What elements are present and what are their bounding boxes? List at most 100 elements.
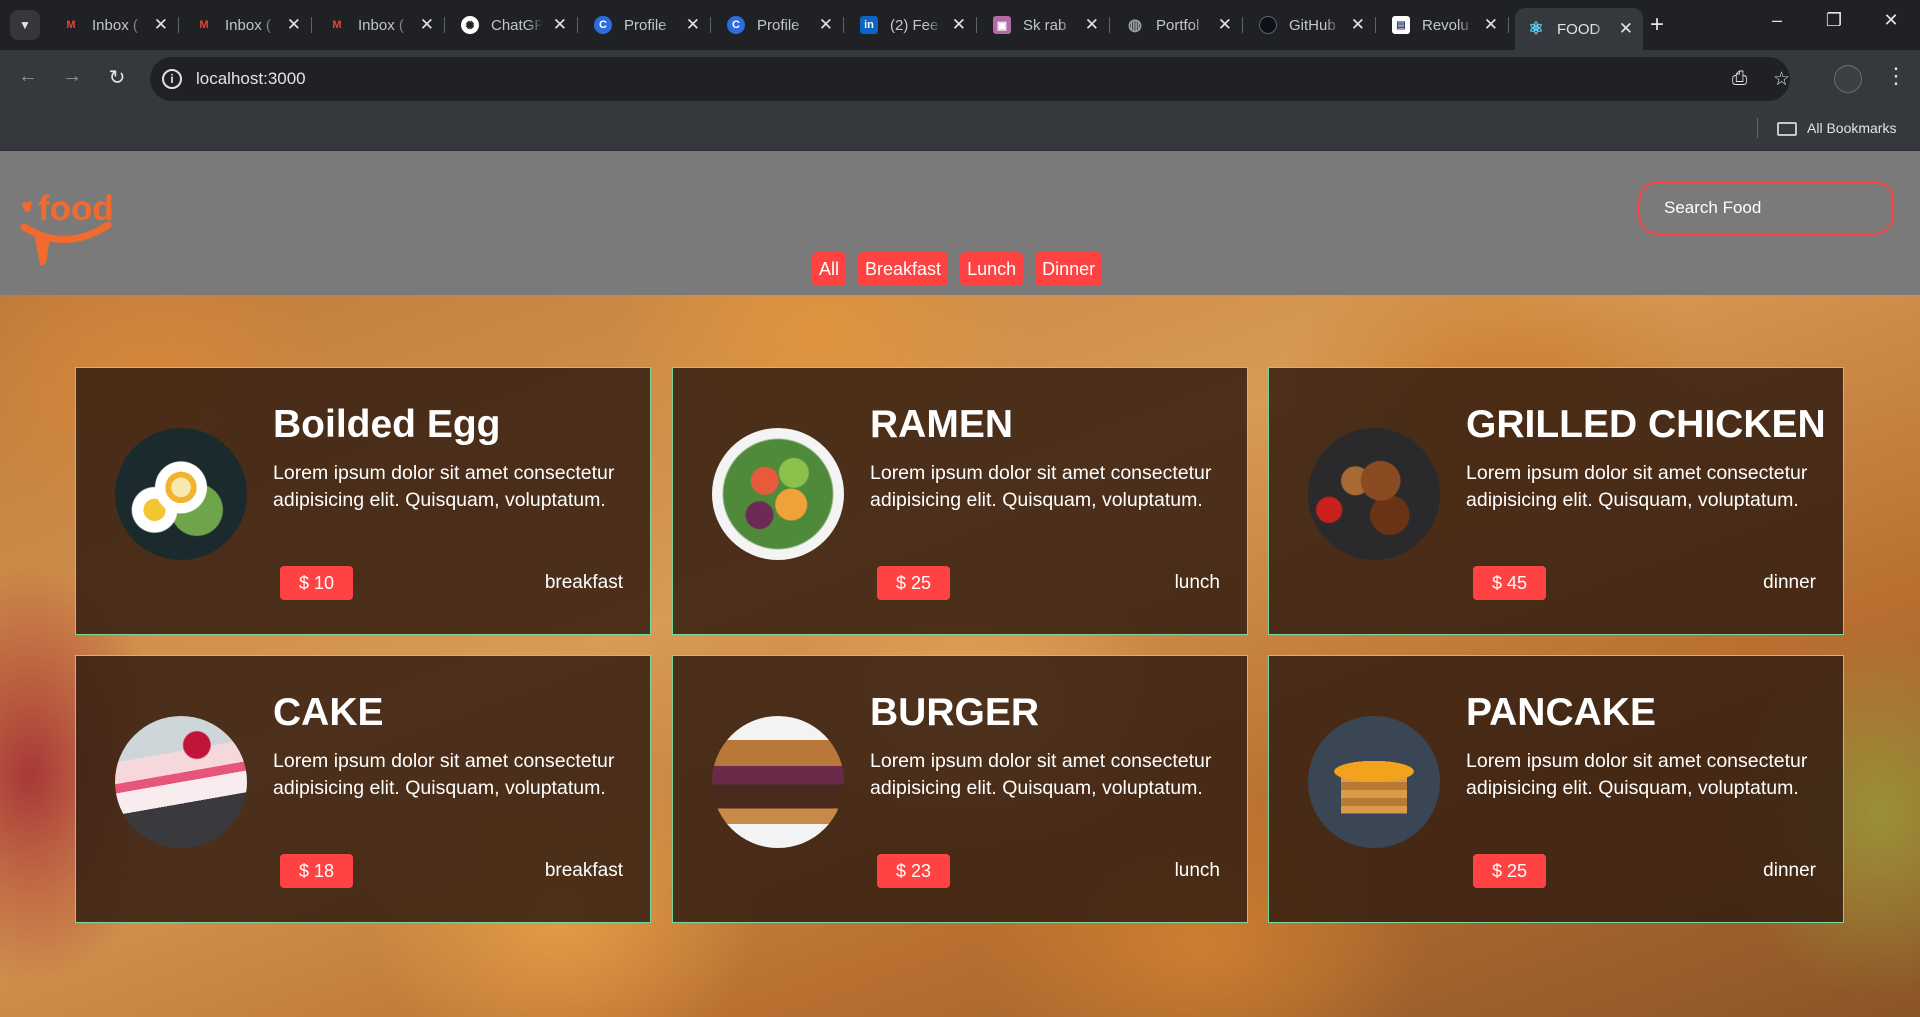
page-icon: ▤ [1392,16,1410,34]
tab-title: Sk rab [1023,16,1067,34]
price-badge[interactable]: $ 23 [877,854,951,888]
browser-tab[interactable]: ◍ Portfol ✕ [1114,8,1243,42]
food-title: GRILLED CHICKEN [1466,403,1826,446]
filter-lunch-button[interactable]: Lunch [960,252,1024,286]
react-icon: ⚛ [1528,19,1544,38]
image-icon: ▣ [993,16,1011,34]
browser-tab[interactable]: M Inbox ( ✕ [316,8,445,42]
close-icon[interactable]: ✕ [1218,15,1232,35]
tab-title: Profile [757,16,800,34]
boiled-egg-image [115,428,247,560]
all-bookmarks-link[interactable]: All Bookmarks [1807,120,1896,136]
globe-icon: ◍ [1128,17,1142,34]
tab-title: FOOD [1557,20,1601,38]
food-grid-section: Boilded Egg Lorem ipsum dolor sit amet c… [0,295,1920,1017]
close-icon[interactable]: ✕ [553,15,567,35]
close-icon[interactable]: ✕ [1351,15,1365,35]
page: food All Breakfast Lunch Dinner Boilded … [0,151,1920,1017]
food-description: Lorem ipsum dolor sit amet consectetur a… [273,750,615,799]
svg-text:food: food [38,189,114,228]
food-title: Boilded Egg [273,403,501,446]
price-badge[interactable]: $ 18 [280,854,354,888]
tab-strip: ▼ M Inbox ( ✕ M Inbox ( ✕ M Inbox ( ✕ ✺ … [0,0,1920,50]
close-icon[interactable]: ✕ [287,15,301,35]
food-title: RAMEN [870,403,1013,446]
food-category: lunch [1174,860,1220,881]
filter-breakfast-button[interactable]: Breakfast [858,252,949,286]
tab-title: ChatGPT [491,16,543,34]
new-tab-button[interactable]: + [1650,12,1664,38]
linkedin-icon: in [860,16,878,34]
close-icon[interactable]: ✕ [1619,19,1633,39]
ramen-image [712,428,844,560]
food-title: CAKE [273,691,384,734]
food-card: BURGER Lorem ipsum dolor sit amet consec… [672,655,1248,923]
browser-tab[interactable]: ✺ ChatGPT ✕ [449,8,578,42]
divider [1757,118,1758,138]
close-icon[interactable]: ✕ [819,15,833,35]
bookmark-star-icon[interactable]: ☆ [1773,68,1790,91]
grilled-chicken-image [1308,428,1440,560]
bookmarks-bar: All Bookmarks [0,108,1920,151]
browser-tab[interactable]: C Profile ✕ [715,8,844,42]
restore-icon[interactable]: ❐ [1819,10,1849,31]
filter-dinner-button[interactable]: Dinner [1035,252,1103,286]
price-badge[interactable]: $ 25 [877,566,951,600]
url-text: localhost:3000 [196,69,306,88]
close-icon[interactable]: ✕ [420,15,434,35]
browser-tab[interactable]: ▤ Revolu ✕ [1380,8,1509,42]
tab-title: Inbox ( [225,16,271,34]
minimize-icon[interactable]: – [1762,10,1792,31]
price-badge[interactable]: $ 45 [1473,566,1547,600]
chevron-down-icon[interactable]: ▼ [10,10,40,40]
food-description: Lorem ipsum dolor sit amet consectetur a… [870,462,1212,511]
folder-icon[interactable] [1777,122,1797,136]
chatgpt-icon: ✺ [461,16,479,34]
menu-icon[interactable]: ⋮ [1885,63,1907,89]
install-app-icon[interactable]: ⎙ [1732,68,1747,90]
close-icon[interactable]: ✕ [686,15,700,35]
tab-title: Profile [624,16,667,34]
tab-title: Inbox ( [92,16,138,34]
reload-icon[interactable]: ↻ [102,65,132,90]
close-icon[interactable]: ✕ [154,15,168,35]
browser-tab[interactable]: GitHub ✕ [1247,8,1376,42]
browser-tab[interactable]: M Inbox ( ✕ [183,8,312,42]
site-header: food All Breakfast Lunch Dinner [0,151,1920,295]
profile-avatar[interactable] [1834,65,1862,93]
close-icon[interactable]: ✕ [952,15,966,35]
search-input[interactable] [1638,181,1894,235]
food-title: BURGER [870,691,1040,734]
price-badge[interactable]: $ 25 [1473,854,1547,888]
browser-toolbar: ← → ↻ i localhost:3000 ⎙ ☆ ⋮ [0,50,1920,108]
food-card: RAMEN Lorem ipsum dolor sit amet consect… [672,367,1248,635]
browser-tab[interactable]: ▣ Sk rab ✕ [981,8,1110,42]
browser-tab[interactable]: C Profile ✕ [582,8,711,42]
close-window-icon[interactable]: ✕ [1876,10,1906,31]
close-icon[interactable]: ✕ [1484,15,1498,35]
back-icon[interactable]: ← [13,65,43,88]
site-info-icon[interactable]: i [162,69,182,89]
forward-icon[interactable]: → [57,65,87,88]
browser-tab-active[interactable]: ⚛ FOOD ✕ [1515,8,1643,50]
profile-icon: C [594,16,612,34]
browser-tab[interactable]: in (2) Fee ✕ [848,8,977,42]
price-badge[interactable]: $ 10 [280,566,354,600]
food-category: breakfast [544,572,623,593]
github-icon [1259,16,1277,34]
food-category: dinner [1763,572,1816,593]
food-card: Boilded Egg Lorem ipsum dolor sit amet c… [75,367,651,635]
food-description: Lorem ipsum dolor sit amet consectetur a… [273,462,615,511]
food-card: GRILLED CHICKEN Lorem ipsum dolor sit am… [1268,367,1844,635]
food-card: CAKE Lorem ipsum dolor sit amet consecte… [75,655,651,923]
address-bar[interactable]: i localhost:3000 ⎙ ☆ [150,57,1790,101]
burger-image [712,716,844,848]
gmail-icon: M [199,19,209,31]
filter-all-button[interactable]: All [812,252,847,286]
tab-title: Portfol [1156,16,1200,34]
browser-tab[interactable]: M Inbox ( ✕ [50,8,179,42]
food-logo[interactable]: food [20,187,114,267]
gmail-icon: M [332,19,342,31]
close-icon[interactable]: ✕ [1085,15,1099,35]
food-card: PANCAKE Lorem ipsum dolor sit amet conse… [1268,655,1844,923]
